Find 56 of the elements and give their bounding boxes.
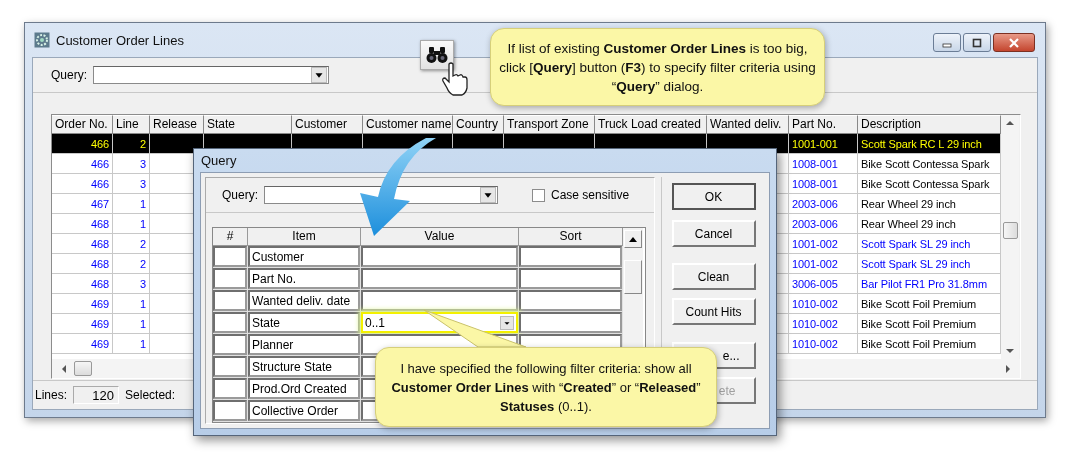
table-cell: 468 (90, 237, 109, 250)
table-cell: 1001-002 (792, 257, 838, 270)
query-label: Query: (51, 68, 87, 82)
table-cell: 466 (90, 157, 109, 170)
column-header: Item (248, 228, 361, 246)
table-cell: Bike Scott Contessa Spark (861, 157, 990, 170)
table-cell: 1010-002 (792, 337, 838, 350)
dialog-title: Query (201, 153, 237, 168)
table-cell: 1 (139, 197, 146, 210)
window-title: Customer Order Lines (56, 32, 184, 48)
table-cell: 1001-001 (792, 137, 838, 150)
table-cell: Bar Pilot FR1 Pro 31.8mm (861, 277, 987, 290)
table-cell: 2 (139, 137, 146, 150)
table-cell: 1008-001 (792, 157, 838, 170)
table-cell: 468 (90, 277, 109, 290)
table-cell: 466 (90, 177, 109, 190)
callout-tooltip: If list of existing Customer Order Lines is too big, click [Query] button (F3) to specify filter criteria using “Query” dialog. (490, 28, 825, 106)
column-header: # (213, 228, 248, 246)
table-cell: Bike Scott Contessa Spark (861, 177, 990, 190)
table-cell: Rear Wheel 29 inch (861, 217, 956, 230)
table-cell: Scott Spark RC L 29 inch (861, 137, 982, 150)
table-cell: 467 (90, 197, 109, 210)
table-cell: Bike Scott Foil Premium (861, 317, 977, 330)
table-cell: 2003-006 (792, 197, 838, 210)
table-cell: 1 (139, 217, 146, 230)
table-cell: Scott Spark SL 29 inch (861, 237, 971, 250)
table-cell: 2 (139, 257, 146, 270)
table-cell: Bike Scott Foil Premium (861, 297, 977, 310)
table-cell: 1010-002 (792, 297, 838, 310)
table-cell: 1 (139, 337, 146, 350)
table-cell: 469 (90, 297, 109, 310)
table-cell: 469 (90, 317, 109, 330)
lines-label: Lines: (35, 388, 68, 402)
lines-count-field: 120 (73, 386, 120, 404)
column-header: Sort (519, 228, 623, 246)
table-cell: 3 (139, 157, 146, 170)
value-text: 0..1 (365, 315, 385, 330)
table-cell: Bike Scott Foil Premium (861, 337, 977, 350)
table-cell: 3006-005 (792, 277, 838, 290)
table-cell: 1008-001 (792, 177, 838, 190)
table-cell: Scott Spark SL 29 inch (861, 257, 971, 270)
table-cell: 466 (90, 137, 109, 150)
table-cell: 1 (139, 317, 146, 330)
table-cell: 468 (90, 217, 109, 230)
table-cell: 3 (139, 177, 146, 190)
table-cell: 1001-002 (792, 237, 838, 250)
table-cell: 469 (90, 337, 109, 350)
table-cell: 468 (90, 257, 109, 270)
selected-label: Selected: (125, 388, 176, 402)
table-cell: 2 (139, 237, 146, 250)
table-cell: 2003-006 (792, 217, 838, 230)
table-cell: 3 (139, 277, 146, 290)
table-cell: 1010-002 (792, 317, 838, 330)
table-cell: Rear Wheel 29 inch (861, 197, 956, 210)
table-cell: 1 (139, 297, 146, 310)
column-header: Value (361, 228, 519, 246)
